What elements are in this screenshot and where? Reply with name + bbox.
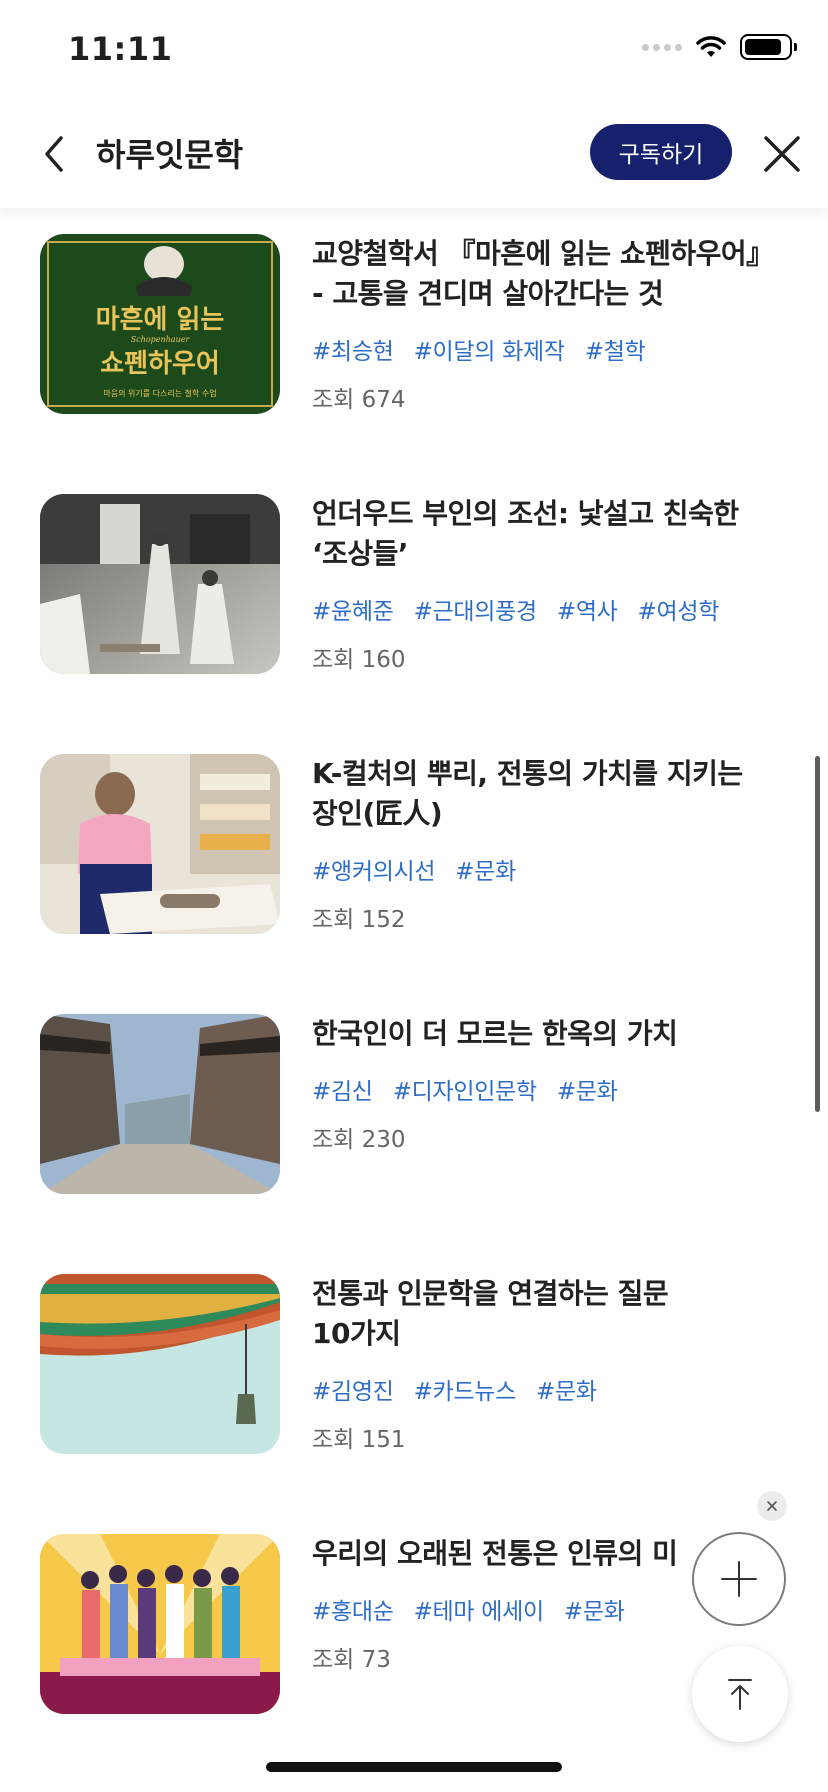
tag[interactable]: #이달의 화제작	[414, 332, 565, 366]
thumb-line1: 마흔에 읽는	[96, 305, 225, 335]
page-title: 하루잇문학	[96, 136, 244, 174]
article-item[interactable]: K-컬처의 뿌리, 전통의 가치를 지키는 장인(匠人) #앵커의시선 #문화 …	[0, 754, 828, 954]
article-title[interactable]: 교양철학서 『마흔에 읽는 쇼펜하우어』 - 고통을 견디며 살아간다는 것	[312, 234, 788, 314]
article-title[interactable]: 언더우드 부인의 조선: 낯설고 친숙한 ‘조상들’	[312, 494, 788, 574]
tag-list: #윤혜준 #근대의풍경 #역사 #여성학	[312, 592, 719, 626]
tag[interactable]: #문화	[536, 1372, 597, 1406]
article-title[interactable]: K-컬처의 뿌리, 전통의 가치를 지키는 장인(匠人)	[312, 754, 788, 834]
subscribe-button[interactable]: 구독하기	[590, 124, 732, 180]
article-thumbnail	[40, 754, 280, 934]
scroll-top-icon	[728, 1679, 752, 1710]
article-thumbnail	[40, 1014, 280, 1194]
view-count: 조회 151	[312, 1427, 406, 1453]
view-count: 조회 230	[312, 1127, 406, 1153]
tag-list: #김영진 #카드뉴스 #문화	[312, 1372, 597, 1406]
tag[interactable]: #테마 에세이	[414, 1592, 545, 1626]
close-icon	[767, 1501, 777, 1511]
article-thumbnail	[40, 1534, 280, 1714]
tag[interactable]: #철학	[585, 332, 646, 366]
home-indicator[interactable]	[266, 1762, 562, 1772]
plus-icon	[721, 1561, 757, 1597]
article-item[interactable]: 마흔에 읽는 Schopenhauer 쇼펜하우어 마음의 위기를 다스리는 철…	[0, 234, 828, 434]
article-title[interactable]: 전통과 인문학을 연결하는 질문 10가지	[312, 1274, 788, 1354]
tag-list: #홍대순 #테마 에세이 #문화	[312, 1592, 625, 1626]
status-icons	[642, 34, 797, 60]
status-bar: 11:11	[0, 0, 828, 100]
tag[interactable]: #홍대순	[312, 1592, 394, 1626]
signal-icon	[642, 43, 682, 51]
header: 하루잇문학 구독하기	[0, 100, 828, 208]
article-thumbnail	[40, 1274, 280, 1454]
tag[interactable]: #윤혜준	[312, 592, 394, 626]
tag[interactable]: #김신	[312, 1072, 373, 1106]
wifi-icon	[696, 36, 726, 57]
back-icon	[45, 136, 63, 172]
tag[interactable]: #근대의풍경	[414, 592, 538, 626]
tag[interactable]: #앵커의시선	[312, 852, 436, 886]
thumb-caption: 마음의 위기를 다스리는 철학 수업	[103, 388, 216, 398]
thumb-sub: Schopenhauer	[131, 335, 191, 344]
thumb-line2: 쇼펜하우어	[100, 349, 220, 379]
scroll-top-button[interactable]	[692, 1646, 788, 1742]
close-icon	[764, 136, 800, 172]
battery-icon	[740, 34, 797, 60]
status-time: 11:11	[68, 30, 173, 68]
view-count: 조회 160	[312, 647, 406, 673]
tag[interactable]: #김영진	[312, 1372, 394, 1406]
tag[interactable]: #카드뉴스	[414, 1372, 517, 1406]
tag[interactable]: #역사	[557, 592, 618, 626]
article-title[interactable]: 한국인이 더 모르는 한옥의 가치	[312, 1014, 788, 1054]
article-item[interactable]: 한국인이 더 모르는 한옥의 가치 #김신 #디자인인문학 #문화 조회 230	[0, 1014, 828, 1214]
tag-list: #앵커의시선 #문화	[312, 852, 516, 886]
back-button[interactable]	[28, 128, 80, 180]
article-item[interactable]: 언더우드 부인의 조선: 낯설고 친숙한 ‘조상들’ #윤혜준 #근대의풍경 #…	[0, 494, 828, 694]
article-thumbnail: 마흔에 읽는 Schopenhauer 쇼펜하우어 마음의 위기를 다스리는 철…	[40, 234, 280, 414]
view-count: 조회 674	[312, 387, 406, 413]
view-count: 조회 152	[312, 907, 406, 933]
view-count: 조회 73	[312, 1647, 391, 1673]
article-thumbnail	[40, 494, 280, 674]
tag[interactable]: #문화	[564, 1592, 625, 1626]
tag-list: #최승현 #이달의 화제작 #철학	[312, 332, 646, 366]
tag[interactable]: #디자인인문학	[393, 1072, 537, 1106]
tag[interactable]: #문화	[557, 1072, 618, 1106]
tag[interactable]: #문화	[455, 852, 516, 886]
article-item[interactable]: 전통과 인문학을 연결하는 질문 10가지 #김영진 #카드뉴스 #문화 조회 …	[0, 1274, 828, 1474]
tag[interactable]: #여성학	[638, 592, 720, 626]
tag-list: #김신 #디자인인문학 #문화	[312, 1072, 618, 1106]
add-button[interactable]	[692, 1532, 786, 1626]
close-button[interactable]	[756, 128, 808, 180]
tag[interactable]: #최승현	[312, 332, 394, 366]
scrollbar[interactable]	[815, 756, 820, 1112]
fab-dismiss-button[interactable]	[757, 1491, 787, 1521]
